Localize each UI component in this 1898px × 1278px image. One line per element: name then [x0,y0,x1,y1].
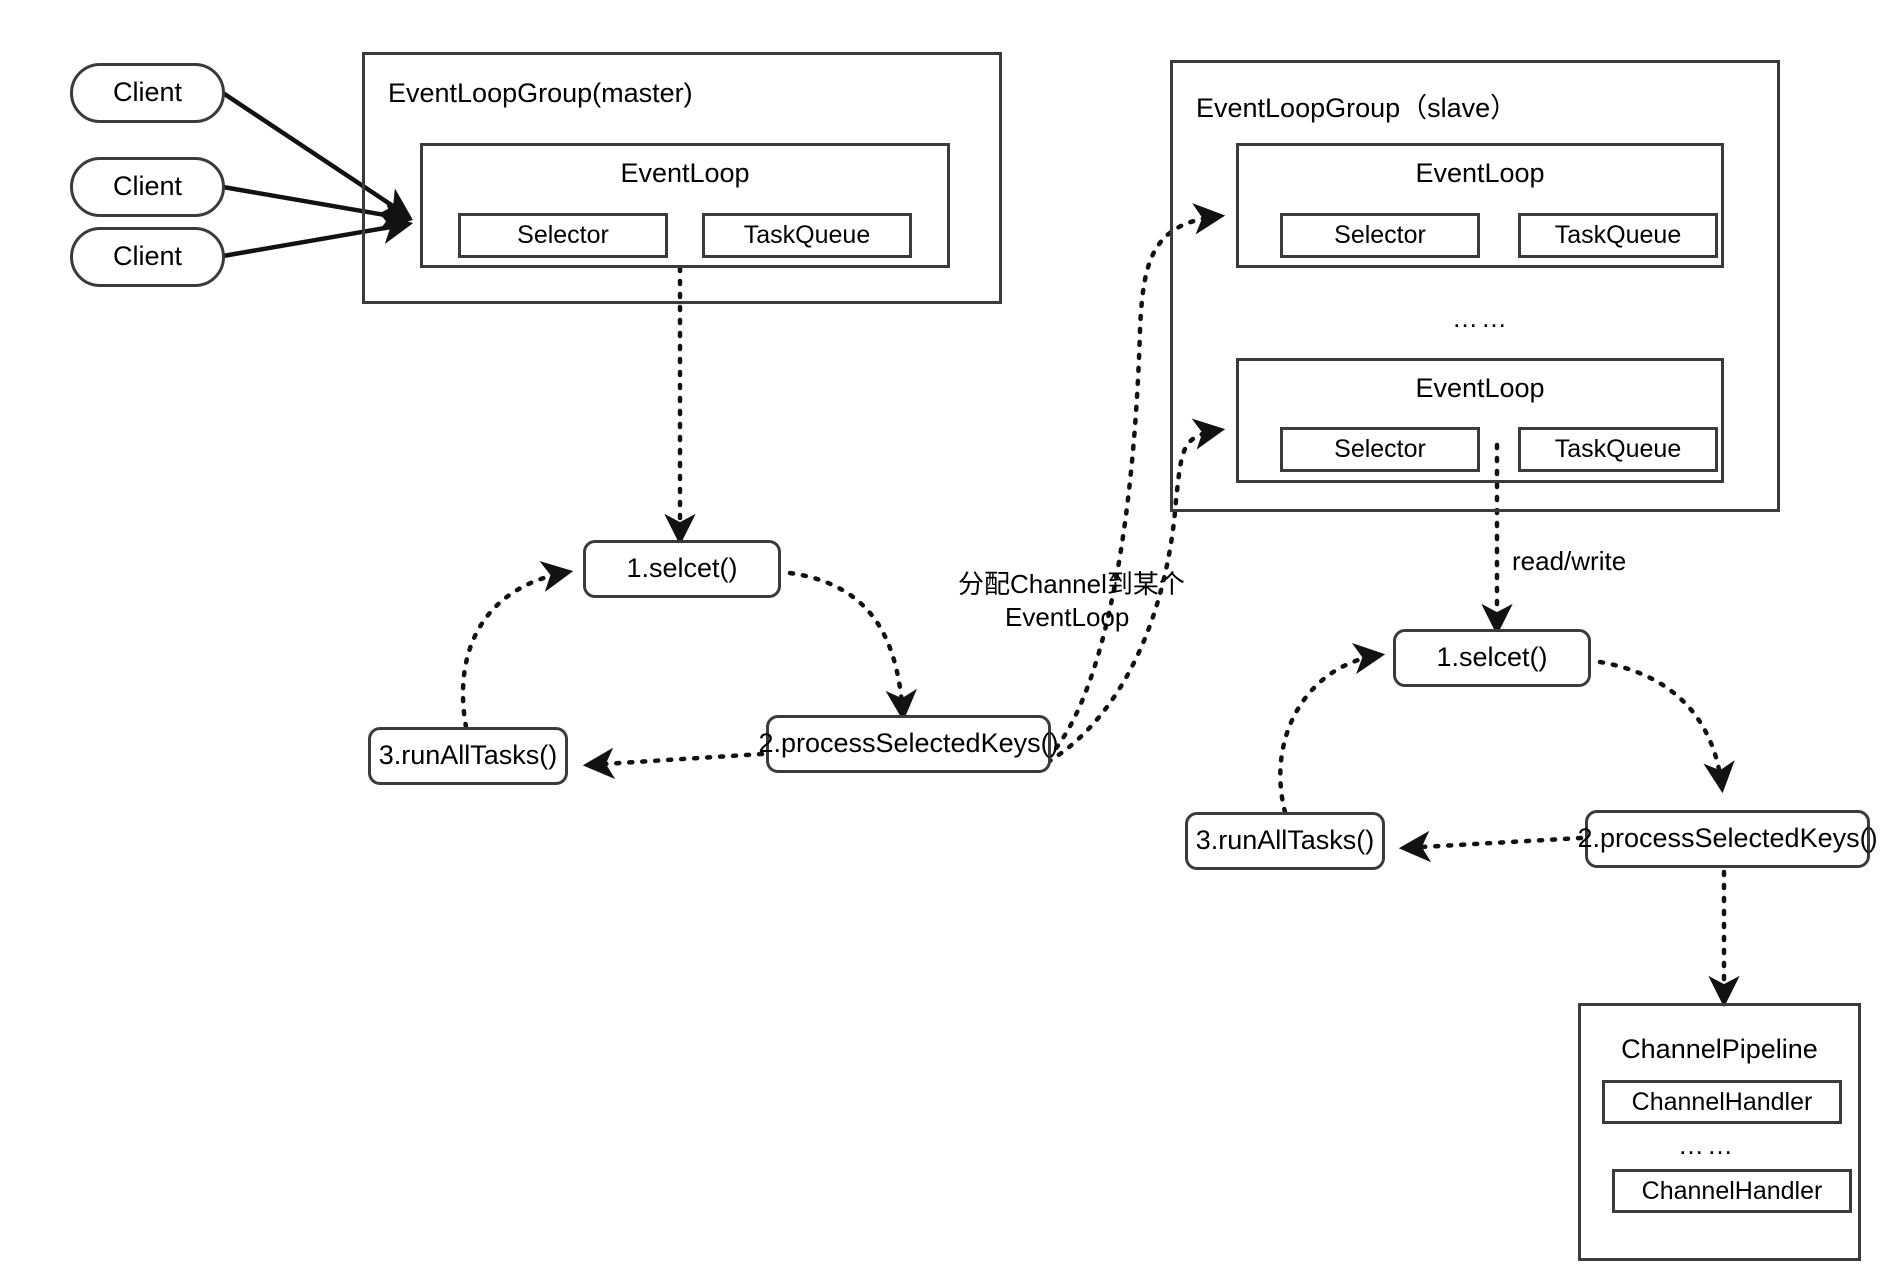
edge-slave-runalltasks-to-select [1278,642,1386,815]
edge-master-process-to-runalltasks [582,747,765,780]
slave-run-all-tasks-node[interactable]: 3.runAllTasks() [1185,812,1385,870]
slave-eventloop-ellipsis: …… [1452,303,1510,333]
read-write-edge-label: read/write [1512,546,1627,576]
master-process-label: 2.processSelectedKeys() [758,728,1059,759]
edge-master-select-to-process [787,570,917,722]
taskqueue-label: TaskQueue [743,221,871,250]
master-selector-box: Selector [458,213,668,258]
channel-handler-label: ChannelHandler [1641,1176,1823,1205]
client-node-3[interactable]: Client [70,227,225,287]
slave-selector-box-2: Selector [1280,427,1480,472]
master-select-label: 1.selcet() [626,553,738,584]
client-label: Client [112,171,183,202]
channel-handler-box-2: ChannelHandler [1612,1169,1852,1213]
master-taskqueue-box: TaskQueue [702,213,912,258]
master-select-node[interactable]: 1.selcet() [583,540,781,598]
slave-taskqueue-box-2: TaskQueue [1518,427,1718,472]
taskqueue-label: TaskQueue [1554,435,1682,464]
client-node-1[interactable]: Client [70,63,225,123]
slave-eventloopgroup-title: EventLoopGroup（slave） [1196,93,1518,123]
slave-eventloop-title-2: EventLoop [1415,373,1545,403]
slave-process-label: 2.processSelectedKeys() [1577,823,1878,854]
selector-label: Selector [1334,221,1426,250]
slave-select-node[interactable]: 1.selcet() [1393,629,1591,687]
master-run-all-tasks-node[interactable]: 3.runAllTasks() [368,727,568,785]
dispatch-edge-label-line1: 分配Channel到某个 [958,569,1185,599]
edge-slave-select-to-process [1597,659,1735,794]
client-node-2[interactable]: Client [70,157,225,217]
taskqueue-label: TaskQueue [1554,221,1682,250]
slave-selector-box-1: Selector [1280,213,1480,258]
slave-process-selected-keys-node[interactable]: 2.processSelectedKeys() [1577,810,1878,868]
channel-handler-label: ChannelHandler [1631,1087,1813,1116]
edge-master-runalltasks-to-select [460,560,574,730]
selector-label: Selector [1334,435,1426,464]
client-label: Client [112,77,183,108]
master-eventloop-title: EventLoop [620,158,750,188]
slave-taskqueue-box-1: TaskQueue [1518,213,1718,258]
slave-runalltasks-label: 3.runAllTasks() [1195,825,1375,856]
master-process-selected-keys-node[interactable]: 2.processSelectedKeys() [758,715,1059,773]
master-eventloopgroup-title: EventLoopGroup(master) [388,78,693,108]
edge-slave-process-to-runalltasks [1398,830,1584,863]
channel-handler-box-1: ChannelHandler [1602,1080,1842,1124]
channel-handler-ellipsis: …… [1678,1130,1736,1160]
master-runalltasks-label: 3.runAllTasks() [378,740,558,771]
channel-pipeline-title: ChannelPipeline [1621,1034,1818,1064]
selector-label: Selector [517,221,609,250]
slave-select-label: 1.selcet() [1436,642,1548,673]
client-label: Client [112,241,183,272]
dispatch-edge-label-line2: EventLoop [1005,602,1130,632]
slave-eventloop-title-1: EventLoop [1415,158,1545,188]
diagram-canvas: Client Client Client EventLoopGroup(mast… [0,0,1898,1278]
